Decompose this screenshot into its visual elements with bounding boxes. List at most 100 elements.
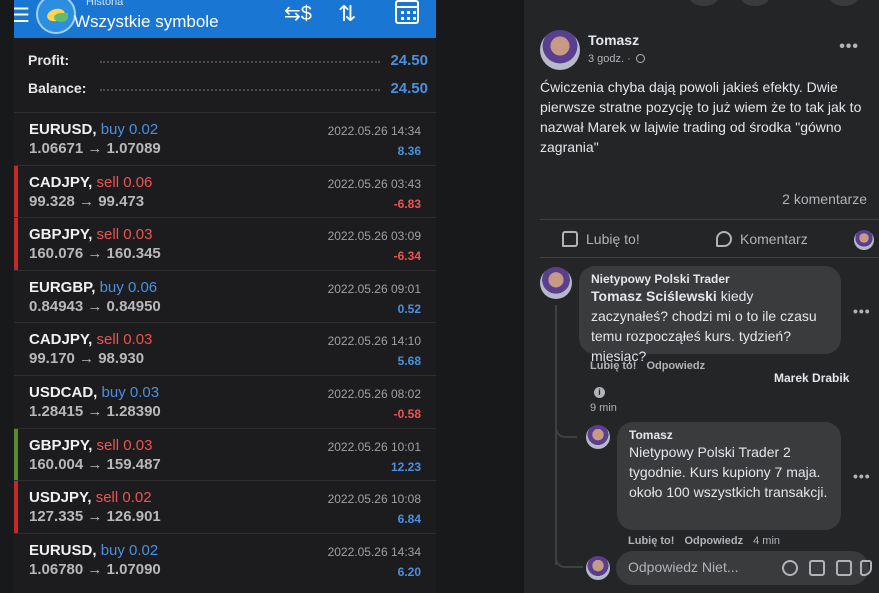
deal-prices: 160.076 → 160.345: [29, 245, 161, 263]
comment-reply-button[interactable]: Odpowiedz: [684, 535, 743, 547]
more-options-icon[interactable]: •••: [853, 303, 871, 319]
menu-icon[interactable]: ☰: [14, 6, 30, 26]
header-title[interactable]: Wszystkie symbole: [74, 12, 219, 32]
more-options-icon[interactable]: •••: [839, 38, 859, 56]
facebook-post: Tomasz 3 godz. · ••• Ćwiczenia chyba daj…: [524, 0, 879, 593]
deal-row[interactable]: EURUSD, buy 0.02 1.06671 → 1.07089 2022.05…: [14, 112, 436, 165]
deal-prices: 1.06780 → 1.07090: [29, 560, 161, 578]
deal-side: sell 0.06: [96, 173, 153, 191]
avatar[interactable]: [854, 230, 874, 250]
deal-profit: 6.20: [397, 564, 421, 579]
deal-profit: 12.23: [390, 459, 421, 474]
deal-side: buy 0.06: [99, 278, 158, 296]
gif-icon[interactable]: [836, 560, 852, 576]
symbol-name: EURUSD,: [29, 541, 97, 559]
deal-row[interactable]: GBPJPY, sell 0.03 160.076 → 160.345 2022.0…: [14, 217, 436, 271]
deal-symbol: CADJPY, sell 0.06: [29, 174, 152, 191]
deal-symbol: GBPJPY, sell 0.03: [29, 437, 152, 454]
deal-marker: [14, 428, 18, 481]
top-button[interactable]: [689, 0, 719, 6]
deal-symbol: USDJPY, sell 0.02: [29, 489, 152, 506]
comment-author[interactable]: Tomasz: [629, 428, 829, 442]
deal-row[interactable]: CADJPY, sell 0.06 99.328 → 99.473 2022.05.…: [14, 164, 436, 218]
deal-side: sell 0.03: [96, 436, 153, 454]
deal-profit: 5.68: [397, 354, 421, 369]
deal-row[interactable]: EURUSD, buy 0.02 1.06780 → 1.07090 2022.05…: [14, 532, 436, 586]
deal-side: sell 0.03: [96, 331, 153, 349]
symbol-name: USDCAD,: [29, 384, 98, 401]
deal-marker: [14, 165, 18, 218]
thread-line: [555, 548, 583, 568]
mention-link[interactable]: Nietypowy Polski Trader: [629, 444, 779, 460]
comment-button[interactable]: Komentarz: [716, 231, 808, 247]
deal-prices: 99.328 → 99.473: [29, 192, 145, 210]
deal-side: buy 0.02: [100, 541, 159, 559]
thread-line: [555, 420, 577, 438]
thumbs-up-icon: [562, 231, 578, 247]
header-subtitle: Historia: [86, 0, 124, 8]
symbol-name: USDJPY,: [29, 489, 92, 507]
comment-like-button[interactable]: Lubię to!: [628, 535, 674, 547]
comment-like-button[interactable]: Lubię to!: [590, 360, 636, 372]
deal-prices: 127.335 → 126.901: [29, 508, 161, 526]
deal-symbol: EURUSD, buy 0.02: [29, 121, 158, 138]
deal-marker: [14, 481, 18, 534]
emoji-icon[interactable]: [782, 560, 798, 576]
more-options-icon[interactable]: •••: [853, 468, 871, 484]
symbol-name: GBPJPY,: [29, 436, 93, 454]
comment-time[interactable]: 4 min: [753, 535, 780, 547]
comment-reply-button[interactable]: Odpowiedz: [646, 360, 705, 372]
symbol-name: CADJPY,: [29, 331, 93, 349]
deal-profit: 8.36: [397, 144, 421, 158]
calendar-icon[interactable]: [395, 0, 419, 24]
deal-side: buy 0.02: [100, 121, 159, 138]
comment-bubble: Tomasz Nietypowy Polski Trader 2 tygodni…: [617, 422, 841, 530]
deal-prices: 1.06671 → 1.07089: [29, 140, 161, 157]
camera-icon[interactable]: [809, 560, 825, 576]
comment-bubble: Nietypowy Polski Trader Tomasz Sciślewsk…: [579, 266, 841, 364]
comment-text: Nietypowy Polski Trader 2 tygodnie. Kurs…: [629, 442, 829, 502]
like-button[interactable]: Lubię to!: [562, 231, 640, 247]
summary-balance-row: Balance: 24.50: [14, 76, 436, 102]
post-time[interactable]: 3 godz. ·: [588, 53, 631, 65]
comments-count[interactable]: 2 komentarze: [782, 191, 867, 207]
comment-label: Komentarz: [740, 231, 808, 247]
sticker-icon[interactable]: [860, 560, 872, 576]
comment-time[interactable]: 9 min: [590, 402, 617, 414]
top-button[interactable]: [829, 0, 859, 6]
deal-profit: 0.52: [397, 301, 421, 316]
top-button[interactable]: [740, 0, 770, 6]
deal-row[interactable]: USDCAD, buy 0.03 1.28415 → 1.28390 2022.05…: [14, 375, 436, 428]
comment-author[interactable]: Nietypowy Polski Trader: [591, 272, 829, 286]
deal-time: 2022.05.26 08:02: [327, 387, 421, 401]
mention-link[interactable]: Tomasz Sciślewski: [591, 288, 717, 304]
trade-history-panel: ☰ Historia Wszystkie symbole ⇆$ ⇅ Profit…: [14, 0, 436, 593]
deal-profit: -0.58: [393, 407, 421, 421]
deal-prices: 160.004 → 159.487: [29, 455, 161, 473]
symbol-name: EURGBP,: [29, 278, 96, 296]
deal-row[interactable]: USDJPY, sell 0.02 127.335 → 126.901 2022.0…: [14, 480, 436, 534]
dotted-leader: [100, 89, 380, 91]
replier-name[interactable]: Marek Drabik: [774, 371, 849, 385]
deal-row[interactable]: CADJPY, sell 0.03 99.170 → 98.930 2022.05.…: [14, 322, 436, 375]
avatar[interactable]: [540, 267, 572, 299]
like-label: Lubię to!: [586, 231, 640, 247]
deal-profit: 6.84: [397, 512, 421, 527]
deal-time: 2022.05.26 14:10: [327, 334, 421, 349]
post-author[interactable]: Tomasz: [588, 32, 639, 48]
history-header: ☰ Historia Wszystkie symbole ⇆$ ⇅: [14, 0, 436, 38]
deal-time: 2022.05.26 03:09: [327, 229, 421, 244]
deal-prices: 0.84943 → 0.84950: [29, 297, 161, 315]
deal-time: 2022.05.26 10:08: [327, 492, 421, 507]
avatar[interactable]: [586, 425, 610, 449]
deal-time: 2022.05.26 10:01: [327, 439, 421, 454]
deal-row[interactable]: EURGBP, buy 0.06 0.84943 → 0.84950 2022.05…: [14, 269, 436, 323]
dotted-leader: [100, 61, 380, 63]
deal-row[interactable]: GBPJPY, sell 0.03 160.004 → 159.487 2022.0…: [14, 427, 436, 481]
deal-time: 2022.05.26 03:43: [327, 176, 421, 191]
avatar[interactable]: [540, 30, 580, 70]
currency-icon[interactable]: ⇆$: [284, 1, 312, 27]
reply-input[interactable]: Odpowiedz Niet...: [616, 551, 872, 585]
deal-time: 2022.05.26 09:01: [327, 281, 421, 296]
sort-icon[interactable]: ⇅: [338, 1, 356, 27]
